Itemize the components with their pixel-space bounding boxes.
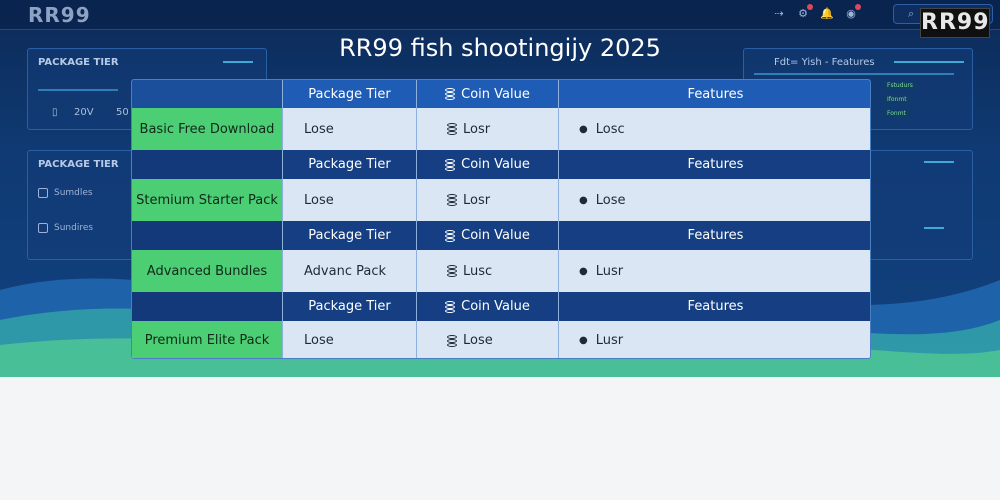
header-package-tier: Package Tier [283, 150, 417, 179]
header-coin-value: Coin Value [417, 80, 559, 108]
app-screen: RR99 ⇢ ⚙ 🔔 ◉ ⌕ RR99 PACKAGE TIER ▯ 20V 5… [0, 0, 1000, 377]
feature-label: Lose [595, 192, 626, 208]
package-name: Premium Elite Pack [132, 321, 283, 358]
tier-value: Advanc Pack [283, 250, 417, 292]
side-item-label: Sumdles [54, 188, 93, 198]
table-row[interactable]: Stemium Starter Pack Lose Losr ● Lose [132, 179, 870, 221]
header-features: Features [687, 157, 744, 172]
search-icon: ⌕ [908, 7, 915, 20]
table-header-row: Package Tier Coin Value Features [132, 150, 870, 179]
side-item[interactable]: Sumdles [38, 188, 93, 198]
coin-value: Losr [417, 108, 559, 150]
table-header-row: Package Tier Coin Value Features [132, 292, 870, 321]
feature-value: ● Lusr [559, 321, 870, 358]
header-features: Features [687, 228, 744, 243]
package-name: Basic Free Download [132, 108, 283, 150]
stat-value: 50 [116, 107, 129, 118]
package-table: Package Tier Coin Value Features Basic F… [131, 79, 871, 359]
database-icon [38, 188, 48, 198]
database-icon [38, 223, 48, 233]
table-row[interactable]: Basic Free Download Lose Losr ● Losc [132, 108, 870, 150]
app-logo[interactable]: RR99 [28, 3, 91, 27]
page-title: RR99 fish shootingijy 2025 [339, 34, 661, 62]
feature-label: Lusr [595, 263, 624, 279]
side-item-label: Sundires [54, 223, 94, 233]
table-header-row: Package Tier Coin Value Features [132, 221, 870, 250]
settings-icon[interactable]: ⚙ [796, 4, 813, 20]
package-name: Advanced Bundles [132, 250, 283, 292]
feature-value: ● Losc [559, 108, 870, 150]
table-header-row: Package Tier Coin Value Features [132, 80, 870, 108]
header-features: Features [687, 299, 744, 314]
top-bar: RR99 ⇢ ⚙ 🔔 ◉ ⌕ RR99 [0, 0, 1000, 38]
bullet-icon: ● [579, 194, 588, 206]
header-coin-label: Coin Value [461, 228, 530, 243]
coin-stack-icon [445, 88, 456, 100]
header-coin-label: Coin Value [461, 299, 530, 314]
notification-icon[interactable]: ◉ [844, 4, 861, 20]
coin-stack-icon [445, 300, 456, 313]
feature-tag: Fonmt [884, 109, 909, 118]
stat-value: 20V [74, 107, 94, 118]
header-package-tier: Package Tier [283, 221, 417, 250]
feature-tag: Fstudurs [884, 81, 916, 90]
coin-stack-icon [447, 334, 457, 347]
header-package-tier: Package Tier [283, 292, 417, 321]
coin-value-label: Losr [463, 192, 491, 208]
top-icons: ⇢ ⚙ 🔔 ◉ [772, 4, 861, 20]
package-name: Stemium Starter Pack [132, 179, 283, 221]
link-icon[interactable]: ⇢ [772, 6, 786, 20]
coin-stack-icon [445, 158, 456, 171]
header-coin-label: Coin Value [461, 86, 530, 102]
tier-value: Lose [283, 179, 417, 221]
table-row[interactable]: Advanced Bundles Advanc Pack Lusc ● Lusr [132, 250, 870, 292]
header-coin-value: Coin Value [417, 221, 559, 250]
coin-value: Lose [417, 321, 559, 358]
coin-value-label: Lusc [463, 263, 493, 279]
coin-value-label: Losr [463, 121, 491, 137]
side-item[interactable]: Sundires [38, 223, 93, 233]
tier-value: Lose [283, 321, 417, 358]
header-features: Features [687, 86, 744, 102]
feature-label: Lusr [595, 333, 624, 348]
coin-stack-icon [445, 229, 456, 242]
coin-stack-icon [447, 265, 457, 277]
tier-value: Lose [283, 108, 417, 150]
coin-value: Lusc [417, 250, 559, 292]
coin-stack-icon [447, 194, 457, 206]
bell-icon[interactable]: 🔔 [820, 6, 834, 20]
bullet-icon: ● [579, 123, 588, 135]
table-row[interactable]: Premium Elite Pack Lose Lose ● Lusr [132, 321, 870, 358]
coin-value-label: Lose [463, 333, 493, 348]
coin-value: Losr [417, 179, 559, 221]
header-coin-value: Coin Value [417, 292, 559, 321]
stat-icon: ▯ [52, 107, 58, 118]
header-cell-empty [132, 150, 283, 179]
page-background [0, 377, 1000, 500]
header-cell-empty [132, 221, 283, 250]
feature-tag: Ifonmt [884, 95, 910, 104]
header-cell-empty [132, 292, 283, 321]
header-coin-value: Coin Value [417, 150, 559, 179]
header-package-tier: Package Tier [283, 80, 417, 108]
feature-value: ● Lusr [559, 250, 870, 292]
bullet-icon: ● [579, 265, 588, 277]
header-coin-label: Coin Value [461, 157, 530, 172]
coin-stack-icon [447, 123, 457, 135]
panel-title: PACKAGE TIER [38, 159, 119, 170]
bullet-icon: ● [579, 335, 588, 346]
header-cell-empty [132, 80, 283, 108]
feature-value: ● Lose [559, 179, 870, 221]
feature-label: Losc [595, 121, 625, 137]
